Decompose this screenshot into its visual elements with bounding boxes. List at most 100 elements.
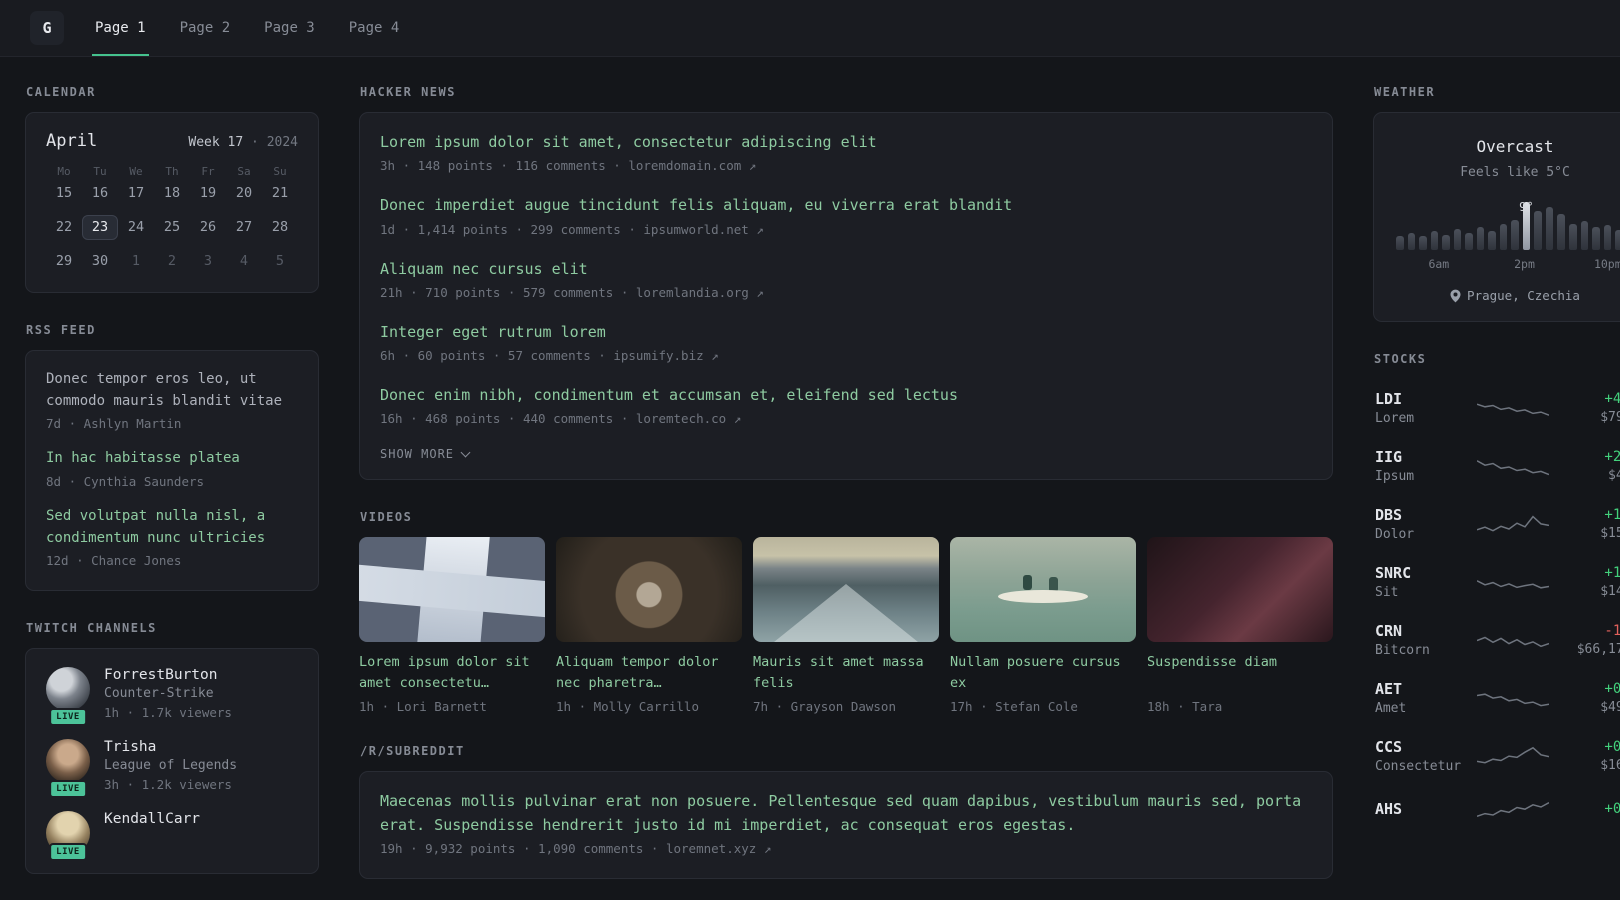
source-link[interactable]: ipsumworld.net ↗ [643,222,763,237]
live-badge: LIVE [49,843,87,862]
calendar-day: 29 [55,253,73,269]
twitch-channel-row[interactable]: LIVE ForrestBurton Counter-Strike 1h · 1… [46,667,298,727]
calendar-week-year: Week 17 · 2024 [188,135,298,150]
nav-tab[interactable]: Page 2 [177,0,234,56]
video-thumbnail[interactable] [359,537,545,643]
rss-item: Donec tempor eros leo, ut commodo mauris… [46,369,298,431]
widget-title-hackernews: HACKER NEWS [360,85,456,99]
stock-change: -1.00% [1604,623,1620,639]
stock-sparkline [1467,684,1559,712]
twitch-widget: TWITCH CHANNELS LIVE ForrestBurton Count… [25,621,319,875]
calendar-day: 25 [163,219,181,235]
stock-values: +2.84% $42.04 [1559,449,1620,483]
hackernews-item-title[interactable]: Aliquam nec cursus elit [380,258,1312,281]
video-thumbnail[interactable] [753,537,939,643]
hackernews-item-title[interactable]: Integer eget rutrum lorem [380,321,1312,344]
video-thumbnail[interactable] [950,537,1136,643]
stock-price: $42.04 [1608,468,1620,483]
source-link[interactable]: loremdomain.com ↗ [628,158,756,173]
video-thumbnail[interactable] [1147,537,1333,643]
stock-values: +4.35% $795.18 [1559,391,1620,425]
video-title[interactable]: Lorem ipsum dolor sit amet consectetu… [359,652,545,693]
twitch-avatar-wrap: LIVE [46,811,90,862]
rss-item-title[interactable]: Sed volutpat nulla nisl, a condimentum n… [46,506,298,549]
twitch-channel-name[interactable]: Trisha [104,739,156,755]
hackernews-show-more-button[interactable]: SHOW MORE [380,447,471,461]
video-thumbnail[interactable] [556,537,742,643]
stock-change: +0.51% [1604,739,1620,755]
live-badge: LIVE [49,780,87,799]
stock-values: +1.42% $156.28 [1559,507,1620,541]
calendar-day: 17 [127,185,145,201]
chevron-down-icon [460,447,471,458]
video-title[interactable]: Mauris sit amet massa felis [753,652,939,693]
rss-item-title[interactable]: Donec tempor eros leo, ut commodo mauris… [46,369,298,412]
calendar-day: 15 [55,185,73,201]
left-column: CALENDAR April Week 17 · 2024 Mo Tu We Th Fr… [25,85,319,900]
hackernews-item-title[interactable]: Donec imperdiet augue tincidunt felis al… [380,194,1312,217]
stock-sparkline [1467,394,1559,422]
weather-bar [1511,220,1519,250]
twitch-channel-name[interactable]: KendallCarr [104,811,200,827]
stock-row[interactable]: LDI Lorem +4.35% $795.18 [1373,379,1620,437]
video-title[interactable]: Aliquam tempor dolor nec pharetra… [556,652,742,693]
item-meta-text: 19h · 9,932 points · 1,090 comments · [380,840,659,856]
stock-change: +0.46% [1604,800,1620,817]
stock-row[interactable]: AHS +0.46% [1373,785,1620,835]
calendar-dow: Mo [57,165,71,178]
stock-row[interactable]: DBS Dolor +1.42% $156.28 [1373,495,1620,553]
calendar-day: 24 [127,219,145,235]
stock-row[interactable]: SNRC Sit +1.36% $148.64 [1373,553,1620,611]
stock-row[interactable]: AET Amet +0.92% $499.72 [1373,669,1620,727]
stock-price: $156.28 [1600,526,1620,541]
twitch-channel-row[interactable]: LIVE Trisha League of Legends 3h · 1.2k … [46,739,298,799]
twitch-card: LIVE ForrestBurton Counter-Strike 1h · 1… [25,648,319,875]
twitch-avatar-wrap: LIVE [46,739,90,799]
calendar-month: April [46,131,98,151]
twitch-channel-info: Trisha League of Legends 3h · 1.2k viewe… [104,739,237,792]
stock-price: $165.84 [1600,758,1620,773]
rss-item: In hac habitasse platea 8d · Cynthia Sau… [46,448,298,489]
nav-tab[interactable]: Page 1 [92,0,149,56]
video-title[interactable]: Nullam posuere cursus ex [950,652,1136,693]
stock-identity: LDI Lorem [1375,390,1467,426]
source-link[interactable]: loremnet.xyz ↗ [666,841,771,856]
video-title[interactable]: Suspendisse diam [1147,652,1333,693]
stock-row[interactable]: CRN Bitcorn -1.00% $66,171.48 [1373,611,1620,669]
weather-bar [1557,214,1565,250]
nav-tab[interactable]: Page 3 [261,0,318,56]
top-navigation-bar: G Page 1 Page 2 Page 3 Page 4 [0,0,1620,57]
nav-tab[interactable]: Page 4 [346,0,403,56]
dashboard-grid: CALENDAR April Week 17 · 2024 Mo Tu We Th Fr… [0,57,1620,900]
rss-item: Sed volutpat nulla nisl, a condimentum n… [46,506,298,568]
stock-ticker: IIG [1375,448,1403,466]
weather-bar [1568,224,1577,250]
stock-name: Amet [1375,701,1407,716]
calendar-day: 22 [55,219,73,235]
calendar-day: 30 [91,253,109,269]
rss-item-title[interactable]: In hac habitasse platea [46,448,298,470]
twitch-avatar-wrap: LIVE [46,667,90,727]
stocks-list: LDI Lorem +4.35% $795.18 IIG [1373,379,1620,835]
source-link[interactable]: loremlandia.org ↗ [636,285,764,300]
hackernews-item-title[interactable]: Donec enim nibh, condimentum et accumsan… [380,384,1312,407]
hackernews-list: Lorem ipsum dolor sit amet, consectetur … [380,131,1312,426]
source-link[interactable]: ipsumify.biz ↗ [613,348,718,363]
calendar-day: 26 [199,219,217,235]
stock-sparkline [1467,796,1559,824]
stock-row[interactable]: CCS Consectetur +0.51% $165.84 [1373,727,1620,785]
calendar-dow: Tu [93,165,107,178]
stock-row[interactable]: IIG Ipsum +2.84% $42.04 [1373,437,1620,495]
weather-bar [1419,235,1427,250]
twitch-channel-name[interactable]: ForrestBurton [104,667,218,683]
videos-widget: VIDEOS Lorem ipsum dolor sit amet consec… [359,510,1333,714]
calendar-week: Week 17 [188,135,244,150]
weather-time-label: 2pm [1514,257,1535,271]
subreddit-post-title[interactable]: Maecenas mollis pulvinar erat non posuer… [380,790,1312,837]
hackernews-item-title[interactable]: Lorem ipsum dolor sit amet, consectetur … [380,131,1312,154]
stock-ticker: AET [1375,680,1403,698]
source-link[interactable]: loremtech.co ↗ [636,411,741,426]
calendar-days-grid: 15 16 17 18 19 20 21 22 23 24 25 26 27 28 29 30 1 2 3 4 5 [46,181,298,274]
weather-current-temp: 9° [1519,200,1534,214]
twitch-channel-row[interactable]: LIVE KendallCarr [46,811,298,862]
